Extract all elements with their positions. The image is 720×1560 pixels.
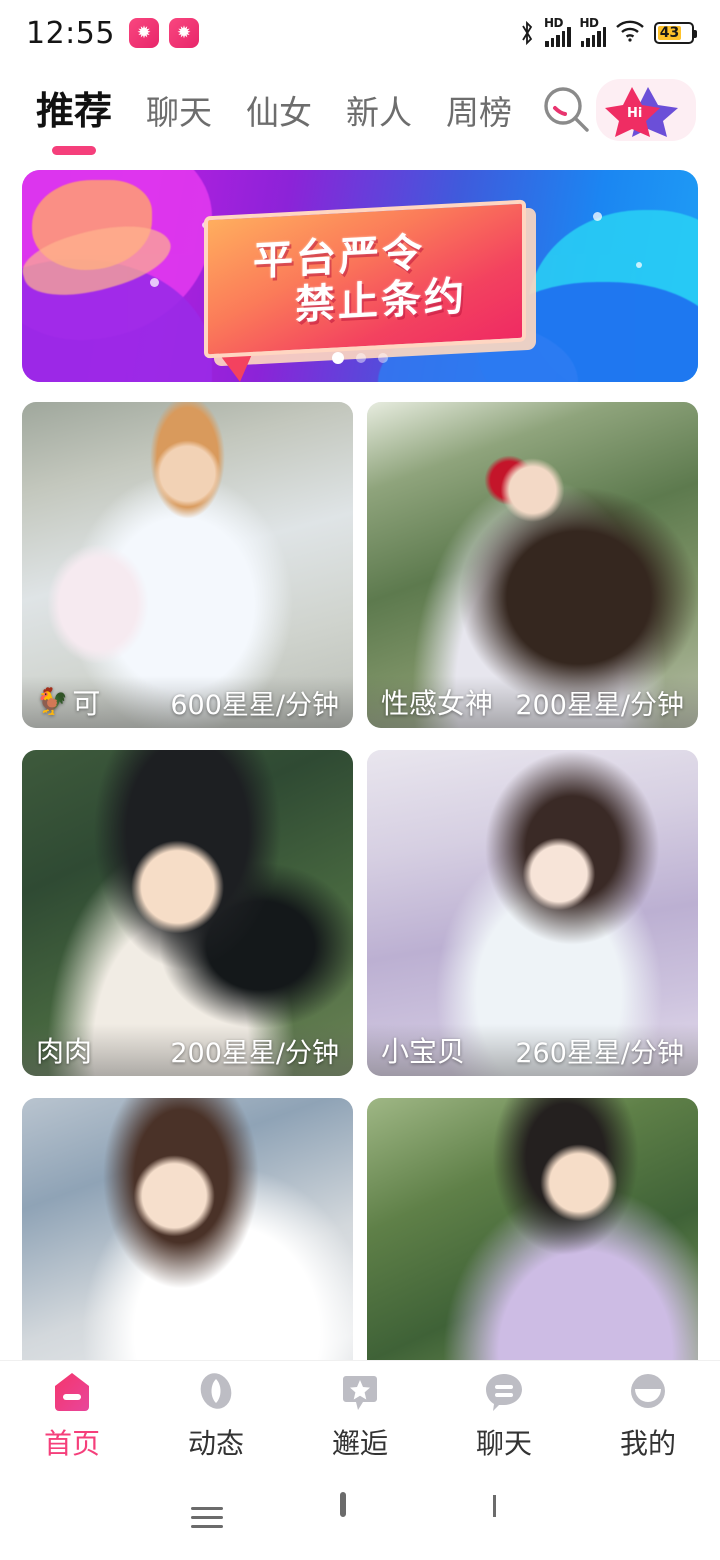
status-bar: 12:55 ✹ ✹ HD HD 43 xyxy=(0,0,720,66)
streamer-caption: 肉肉 200星星/分钟 xyxy=(22,1024,353,1076)
bottom-nav-profile-label: 我的 xyxy=(619,1427,676,1460)
streamer-caption: 性感女神 200星星/分钟 xyxy=(367,676,698,728)
bluetooth-icon xyxy=(519,20,535,46)
streamer-price: 200星星/分钟 xyxy=(170,1037,339,1069)
battery-icon: 43 xyxy=(654,22,697,44)
system-navigation-bar xyxy=(0,1470,720,1560)
bottom-navigation: 首页 动态 邂逅 聊天 我的 xyxy=(0,1360,720,1470)
active-tab-indicator xyxy=(52,145,96,155)
banner-dot-3[interactable] xyxy=(378,353,388,363)
signal-icon-sim1: HD xyxy=(544,16,571,47)
bottom-nav-encounter[interactable]: 邂逅 xyxy=(288,1369,432,1462)
battery-percent: 43 xyxy=(659,25,680,41)
tab-chat[interactable]: 聊天 xyxy=(146,86,212,140)
profile-icon xyxy=(625,1369,671,1415)
tab-weekly-rank[interactable]: 周榜 xyxy=(446,86,512,140)
tab-newcomer[interactable]: 新人 xyxy=(346,86,412,140)
bottom-nav-home-label: 首页 xyxy=(43,1427,100,1460)
chat-bubble-icon xyxy=(481,1369,527,1415)
back-chevron-icon[interactable] xyxy=(493,1495,533,1535)
streamer-caption: 小宝贝 260星星/分钟 xyxy=(367,1024,698,1076)
banner-speech-bubble: 平台严令 禁止条约 xyxy=(204,199,526,359)
streamer-caption: 🐓 可 600星星/分钟 xyxy=(22,676,353,728)
bottom-nav-home[interactable]: 首页 xyxy=(0,1369,144,1462)
streamer-price: 260星星/分钟 xyxy=(515,1037,684,1069)
wifi-icon xyxy=(615,19,645,47)
tab-recommend[interactable]: 推荐 xyxy=(36,80,113,155)
streamer-card[interactable]: 性感女神 200星星/分钟 xyxy=(367,402,698,728)
status-app-badge-2: ✹ xyxy=(168,18,199,48)
bottom-nav-moments-label: 动态 xyxy=(187,1427,244,1460)
category-tabs: 推荐 聊天 仙女 新人 周榜 xyxy=(36,80,512,155)
hd-label-sim1: HD xyxy=(544,16,564,30)
banner-title-line2: 禁止条约 xyxy=(295,273,467,329)
bottom-nav-chat[interactable]: 聊天 xyxy=(432,1369,576,1462)
tab-fairy[interactable]: 仙女 xyxy=(246,86,312,140)
menu-icon[interactable] xyxy=(187,1495,227,1535)
bottom-nav-moments[interactable]: 动态 xyxy=(144,1369,288,1462)
banner-dot-2[interactable] xyxy=(356,353,366,363)
leaf-icon xyxy=(193,1369,239,1415)
streamer-name: 肉肉 xyxy=(36,1035,93,1068)
home-icon xyxy=(49,1369,95,1415)
bottom-nav-encounter-label: 邂逅 xyxy=(331,1427,388,1460)
banner-slide[interactable]: 平台严令 禁止条约 xyxy=(22,170,698,382)
status-indicators: HD HD 43 xyxy=(519,16,697,47)
bottom-nav-chat-label: 聊天 xyxy=(475,1427,532,1460)
streamer-name: 🐓 可 xyxy=(36,682,100,722)
banner-pagination-dots[interactable] xyxy=(332,352,388,364)
app-logo-badge[interactable]: Hi xyxy=(596,79,697,141)
streamer-name: 性感女神 xyxy=(381,687,494,720)
streamer-name-text: 可 xyxy=(72,687,101,720)
hd-label-sim2: HD xyxy=(579,16,600,30)
streamer-card[interactable]: 小宝贝 260星星/分钟 xyxy=(367,750,698,1076)
streamer-card[interactable]: 🐓 可 600星星/分钟 xyxy=(22,402,353,728)
streamer-name: 小宝贝 xyxy=(381,1035,466,1068)
home-square-icon[interactable] xyxy=(339,1492,380,1535)
tab-recommend-label: 推荐 xyxy=(36,88,113,133)
streamer-price: 200星星/分钟 xyxy=(515,689,684,721)
banner-dot-1[interactable] xyxy=(332,352,344,364)
status-time: 12:55 xyxy=(26,15,115,51)
status-app-badge-1: ✹ xyxy=(128,18,159,48)
streamer-price: 600星星/分钟 xyxy=(170,689,339,721)
streamer-card[interactable]: 肉肉 200星星/分钟 xyxy=(22,750,353,1076)
rooster-icon: 🐓 xyxy=(36,687,69,717)
logo-text: Hi xyxy=(627,106,642,121)
streamer-grid: 🐓 可 600星星/分钟 性感女神 200星星/分钟 肉肉 200星星/分钟 小… xyxy=(0,382,720,1424)
search-icon[interactable] xyxy=(538,81,596,139)
banner-sparkle xyxy=(150,278,159,287)
top-navigation: 推荐 聊天 仙女 新人 周榜 Hi xyxy=(0,66,720,155)
signal-icon-sim2: HD xyxy=(579,16,606,47)
star-bubble-icon xyxy=(337,1369,383,1415)
banner-carousel[interactable]: 平台严令 禁止条约 xyxy=(0,154,720,382)
banner-sparkle xyxy=(593,212,602,221)
bottom-nav-profile[interactable]: 我的 xyxy=(576,1369,720,1462)
status-app-badges: ✹ ✹ xyxy=(128,18,199,48)
banner-title-line1: 平台严令 xyxy=(253,229,425,285)
banner-sparkle xyxy=(636,262,642,268)
